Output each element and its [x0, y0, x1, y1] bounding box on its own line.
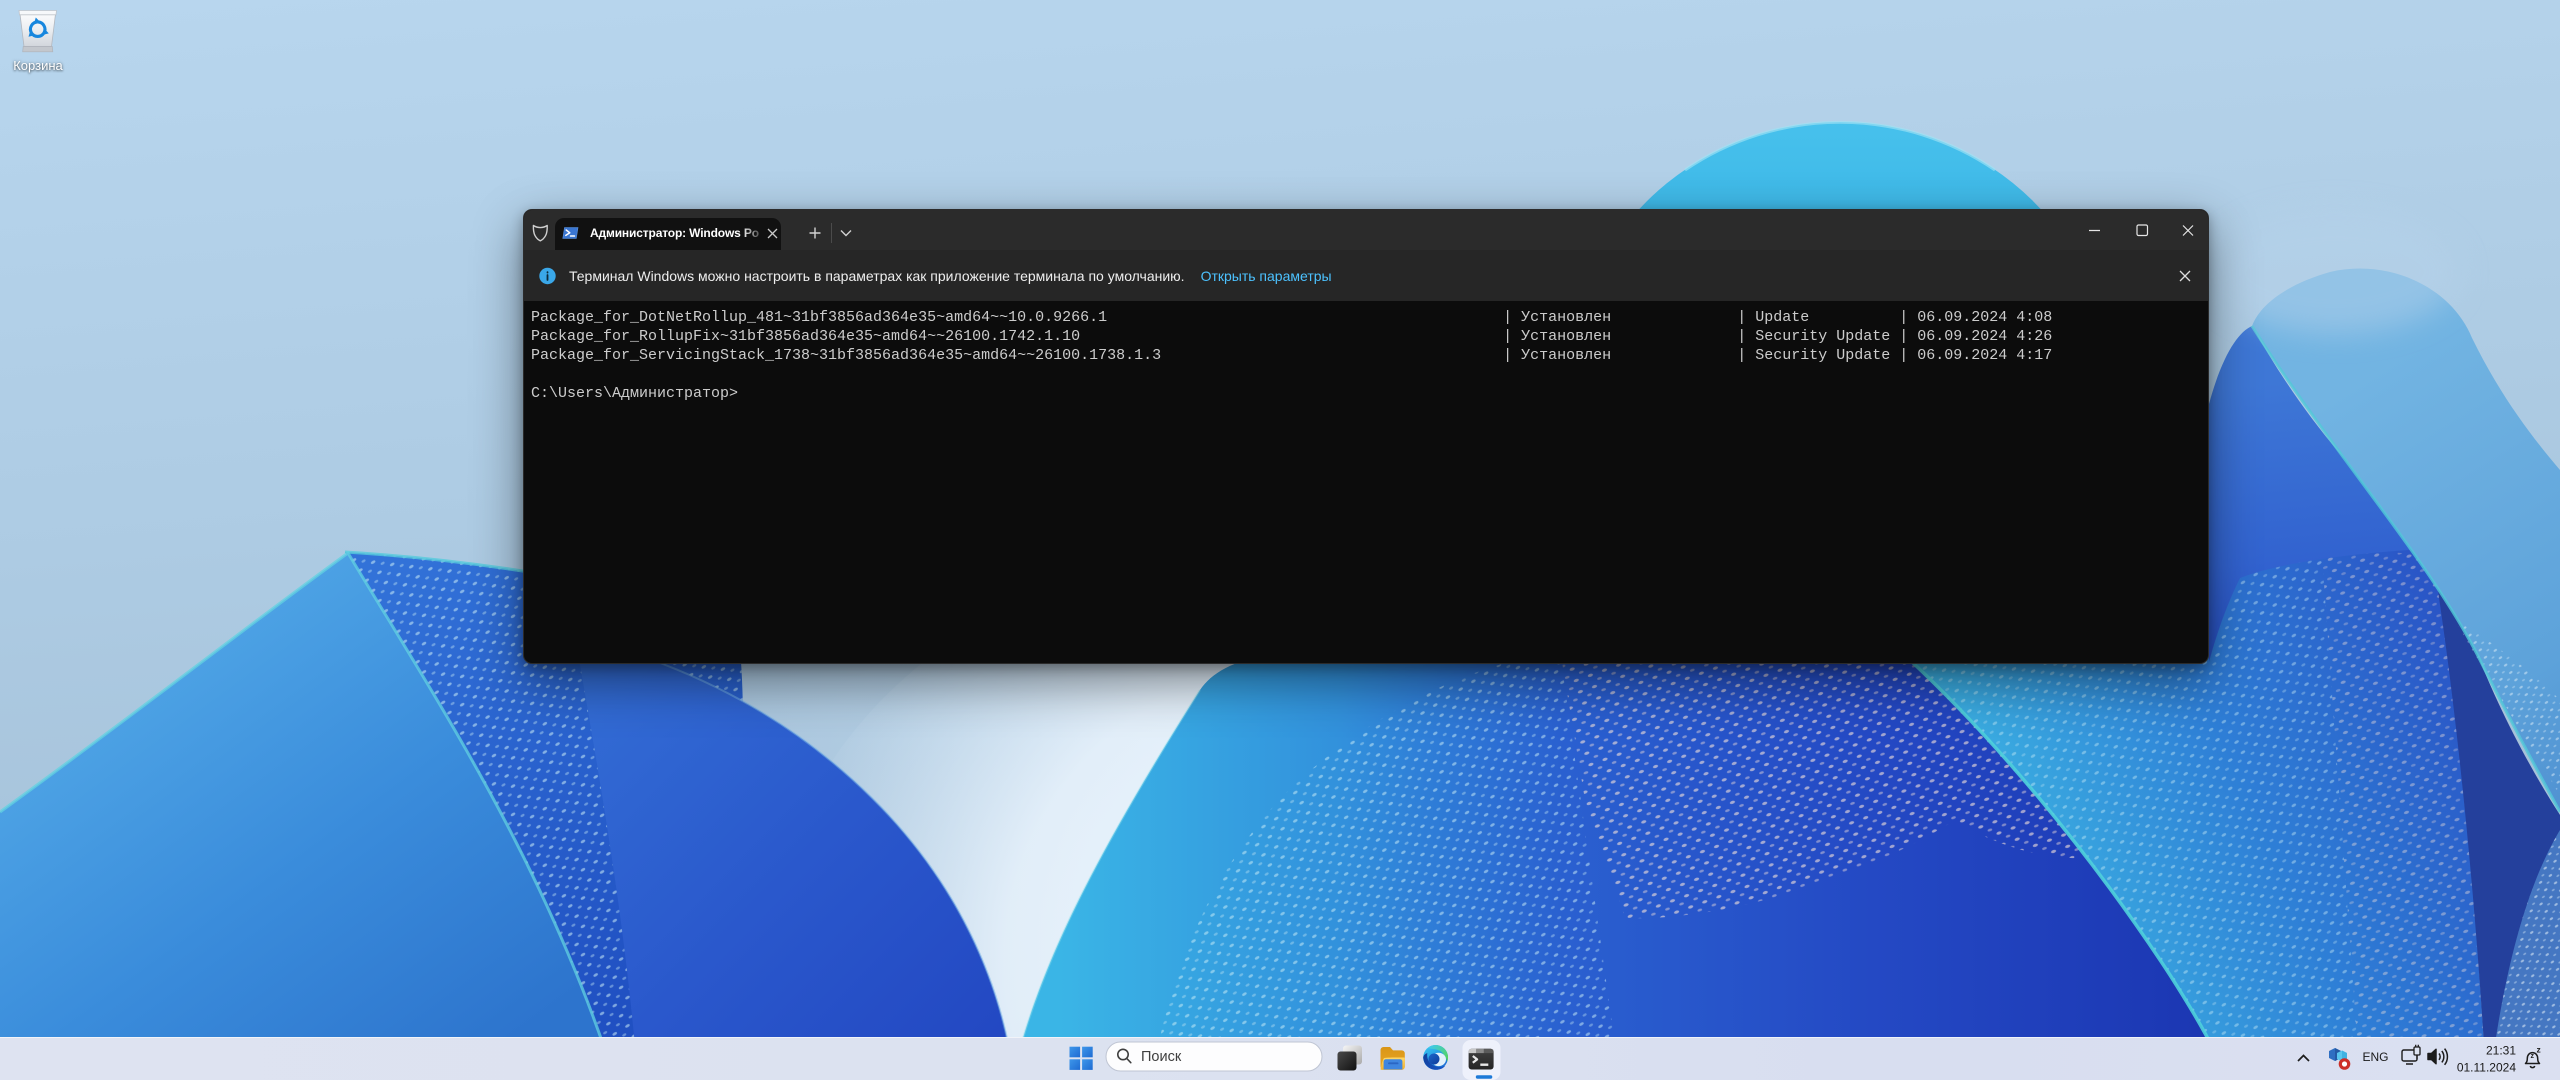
svg-text:ENG: ENG	[2363, 1050, 2389, 1064]
svg-text:Поиск: Поиск	[1141, 1049, 1182, 1065]
svg-text:z: z	[2537, 1045, 2541, 1055]
svg-text:21:31: 21:31	[2486, 1043, 2516, 1057]
svg-text:z: z	[2531, 1053, 2535, 1060]
svg-text:01.11.2024: 01.11.2024	[2457, 1061, 2516, 1075]
